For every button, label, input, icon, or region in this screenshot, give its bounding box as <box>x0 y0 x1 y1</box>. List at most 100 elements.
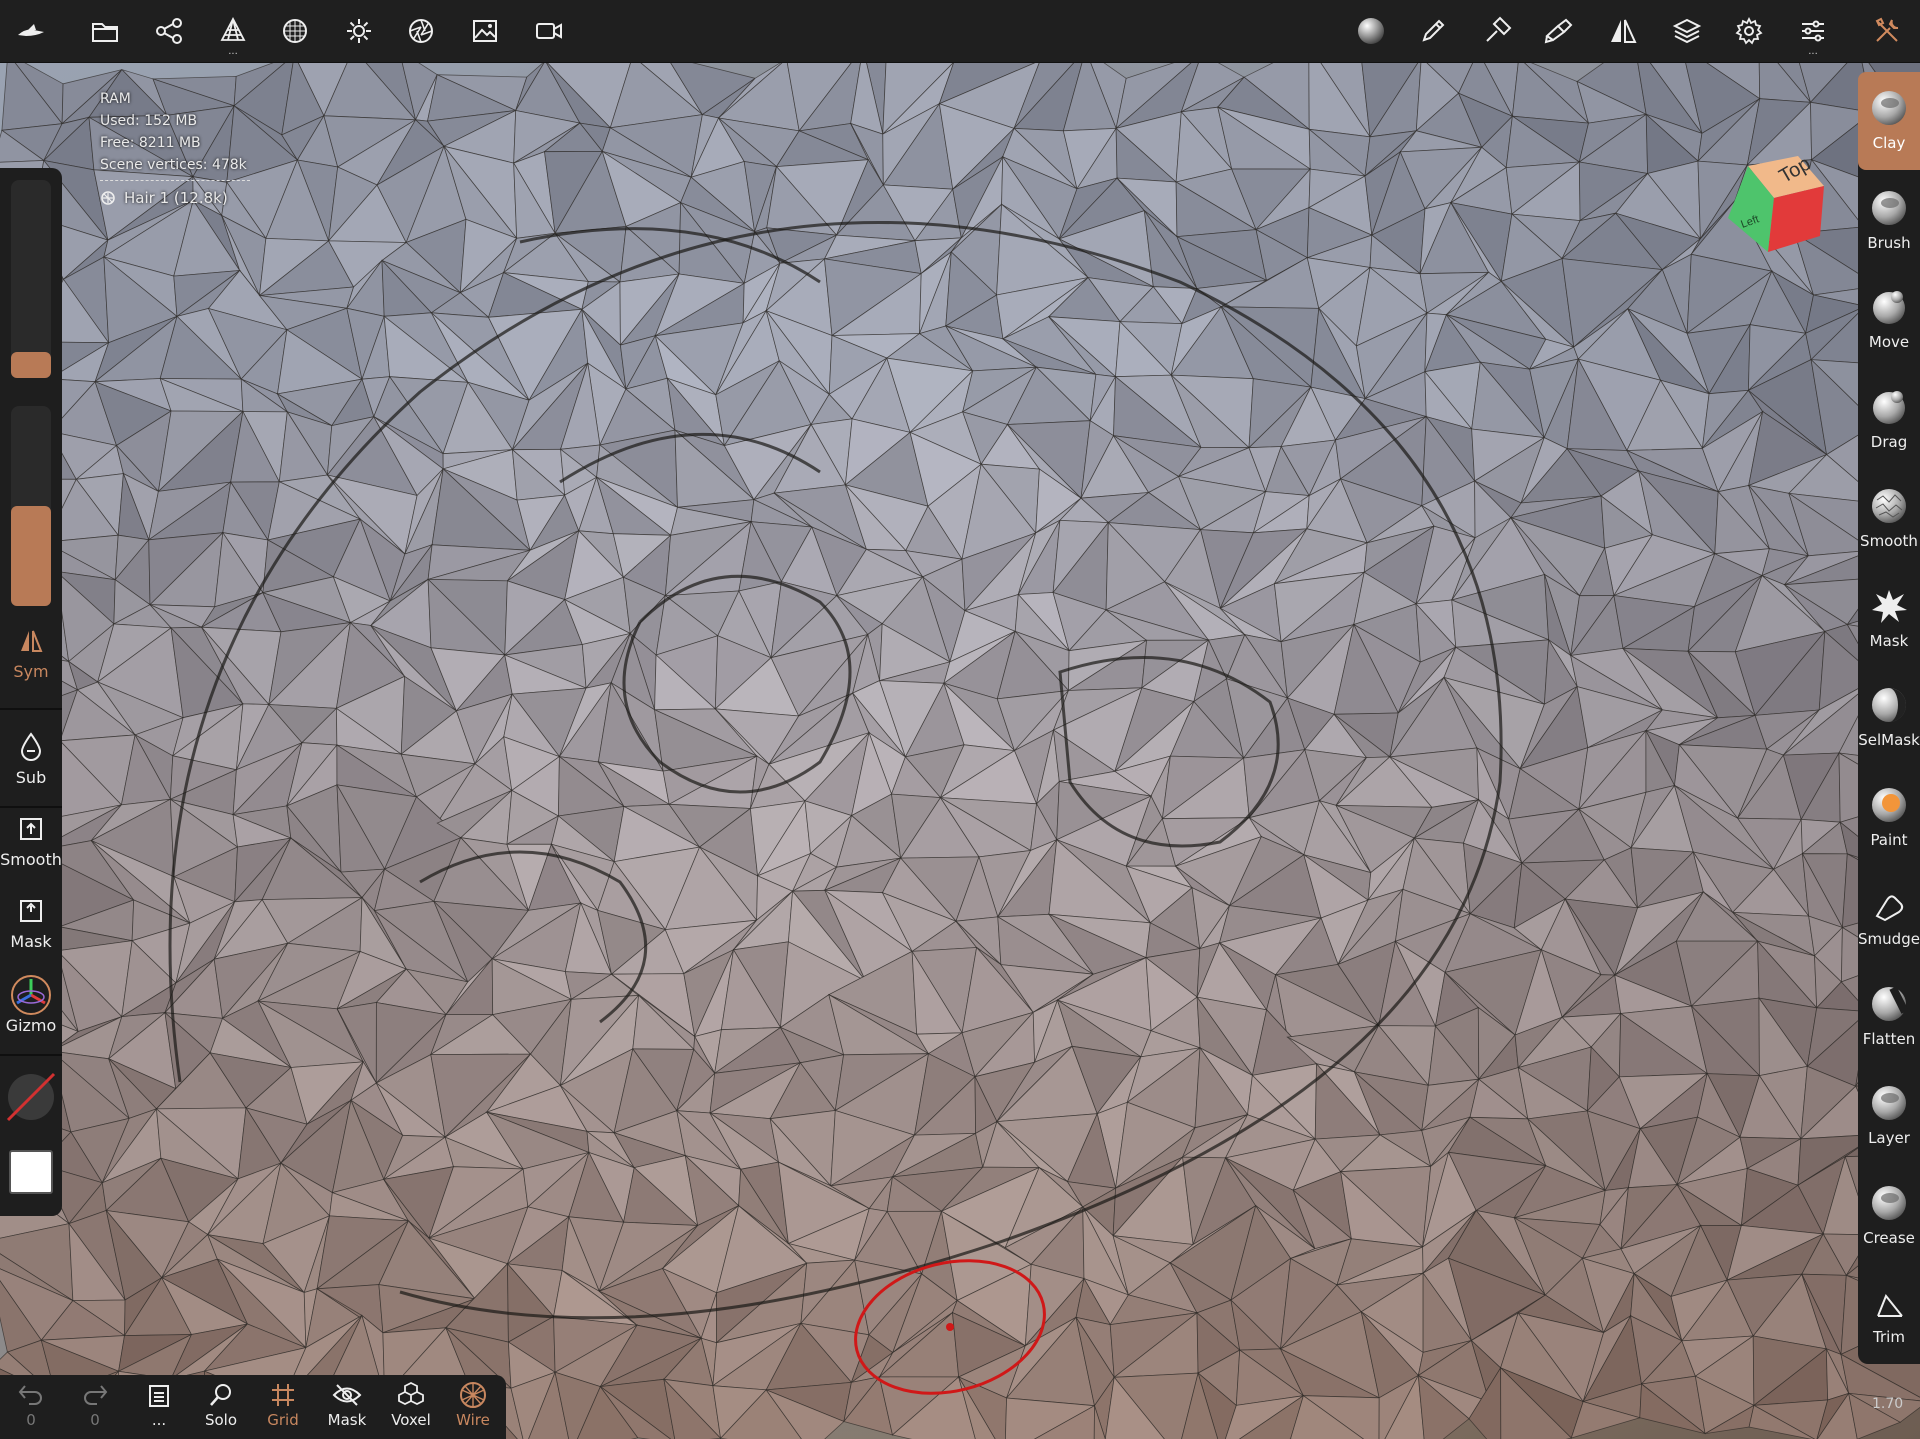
voxel-button[interactable]: Voxel <box>380 1379 442 1437</box>
background-button[interactable] <box>462 8 508 54</box>
magnifier-icon <box>210 1384 231 1406</box>
tool-clay[interactable]: Clay <box>1858 72 1920 170</box>
solo-button[interactable]: Solo <box>190 1379 252 1437</box>
version-label: 1.70 <box>1872 1396 1904 1412</box>
topology-icon <box>220 17 246 41</box>
redo-button[interactable]: 0 <box>64 1379 126 1437</box>
selected-object[interactable]: Hair 1 (12.8k) <box>100 187 250 209</box>
tool-mask[interactable]: Mask <box>1858 570 1920 668</box>
tool-move[interactable]: Move <box>1858 271 1920 369</box>
redo-icon <box>84 1385 108 1405</box>
sub-button[interactable]: Sub <box>0 730 62 787</box>
selmask-sphere-icon <box>1872 688 1906 722</box>
3d-viewport[interactable]: Top Left <box>0 62 1920 1439</box>
tool-icon-wrap <box>1858 1067 1920 1123</box>
gear-icon <box>1735 16 1763 45</box>
wireframe-sphere-icon <box>460 1382 486 1408</box>
layer-sphere-icon <box>1872 1086 1906 1120</box>
radius-slider[interactable] <box>11 180 51 378</box>
undo-button[interactable]: 0 <box>0 1379 62 1437</box>
tool-label: Smooth <box>1860 532 1918 550</box>
tool-icon-wrap <box>1858 1167 1920 1223</box>
tool-label: Layer <box>1868 1129 1910 1147</box>
tools-menu-button[interactable] <box>1864 8 1910 54</box>
postprocess-button[interactable] <box>398 8 444 54</box>
intensity-slider[interactable] <box>11 406 51 606</box>
grid-icon <box>272 1384 294 1406</box>
undo-count: 0 <box>26 1411 36 1429</box>
tool-smooth[interactable]: Smooth <box>1858 470 1920 568</box>
smooth-toggle-button[interactable]: Smooth <box>0 812 62 869</box>
tool-label: Mask <box>1869 631 1909 650</box>
tool-settings-button[interactable] <box>1474 8 1520 54</box>
mask-toggle-button[interactable]: Mask <box>0 894 62 951</box>
view-cube[interactable]: Top Left <box>1728 156 1824 252</box>
stroke-button[interactable] <box>1410 8 1456 54</box>
matcap-button[interactable] <box>1348 8 1394 54</box>
history-button[interactable]: ... <box>128 1379 190 1437</box>
grid-label: Grid <box>267 1411 299 1429</box>
lighting-button[interactable] <box>336 8 382 54</box>
files-button[interactable] <box>82 8 128 54</box>
object-name: Hair 1 (12.8k) <box>124 189 228 207</box>
app-menu-button[interactable] <box>8 8 54 54</box>
tool-smudge[interactable]: Smudge <box>1858 868 1920 966</box>
tool-icon-wrap <box>1858 669 1920 725</box>
tool-paint[interactable]: Paint <box>1858 769 1920 867</box>
tool-selmask[interactable]: SelMask <box>1858 669 1920 767</box>
tool-label: Drag <box>1870 432 1908 451</box>
top-toolbar: ... ... <box>0 0 1920 63</box>
paint-brush-icon <box>1544 18 1573 44</box>
color-swatch <box>9 1150 53 1194</box>
trim-icon <box>1877 1294 1903 1317</box>
material-button[interactable] <box>272 8 318 54</box>
drag-sphere-icon <box>1873 390 1905 424</box>
left-panel-divider <box>0 806 62 808</box>
tool-icon-wrap <box>1858 868 1920 924</box>
grid-button[interactable]: Grid <box>252 1379 314 1437</box>
tool-crease[interactable]: Crease <box>1858 1167 1920 1265</box>
hair-object-icon <box>101 191 115 205</box>
tool-label: Trim <box>1873 1328 1905 1346</box>
topology-button[interactable]: ... <box>210 8 256 57</box>
camera-button[interactable] <box>526 8 572 54</box>
mask-visibility-button[interactable]: Mask <box>316 1379 378 1437</box>
tool-trim[interactable]: Trim <box>1858 1266 1920 1364</box>
move-sphere-icon <box>1873 291 1905 324</box>
gizmo-button[interactable]: Gizmo <box>0 975 62 1035</box>
layers-icon <box>1672 18 1702 44</box>
tool-brush[interactable]: Brush <box>1858 172 1920 270</box>
mask-label: Mask <box>10 932 52 951</box>
sym-button[interactable]: Sym <box>0 624 62 681</box>
tool-drag[interactable]: Drag <box>1858 371 1920 469</box>
radius-slider-fill <box>11 352 51 378</box>
no-alpha-icon <box>6 1072 56 1122</box>
settings-button[interactable] <box>1726 8 1772 54</box>
color-swatch-button[interactable] <box>0 1150 62 1194</box>
history-stack-icon <box>149 1385 169 1407</box>
tool-label: Flatten <box>1862 1029 1916 1048</box>
layers-button[interactable] <box>1664 8 1710 54</box>
scene-button[interactable] <box>146 8 192 54</box>
painting-button[interactable] <box>1536 8 1582 54</box>
tool-flatten[interactable]: Flatten <box>1858 968 1920 1066</box>
tool-icon-wrap <box>1858 470 1920 526</box>
history-more-label: ... <box>151 1411 167 1429</box>
alpha-button[interactable] <box>0 1070 62 1128</box>
symmetry-button[interactable] <box>1600 8 1646 54</box>
voxel-label: Voxel <box>391 1411 431 1429</box>
smudge-finger-icon <box>1875 895 1904 922</box>
tool-icon-wrap <box>1858 968 1920 1024</box>
aperture-icon <box>409 19 433 43</box>
tool-icon-wrap <box>1858 172 1920 228</box>
scene-graph-icon <box>156 18 182 44</box>
wireframe-label: Wire <box>456 1411 490 1429</box>
wireframe-button[interactable]: Wire <box>442 1379 504 1437</box>
tool-label: Move <box>1868 333 1910 351</box>
interface-button[interactable]: ... <box>1790 8 1836 57</box>
tool-icon-wrap <box>1858 570 1920 626</box>
tool-icon-wrap <box>1858 1266 1920 1322</box>
wireframe-mesh <box>0 62 1920 1439</box>
tool-layer[interactable]: Layer <box>1858 1067 1920 1165</box>
folder-icon <box>92 23 118 42</box>
